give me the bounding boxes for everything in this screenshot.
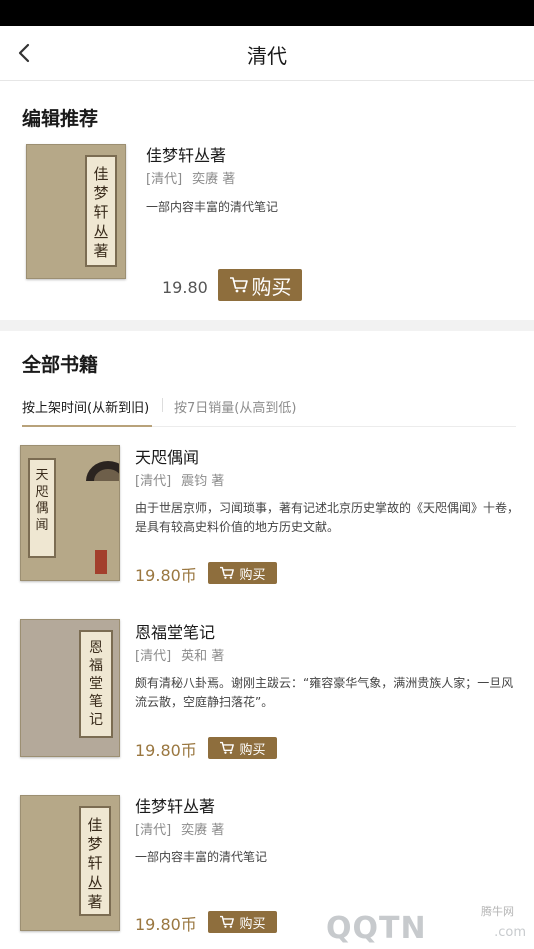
tab-sort-by-time[interactable]: 按上架时间(从新到旧) <box>22 397 149 416</box>
cover-title-text: 恩福堂笔记 <box>89 640 103 728</box>
nav-bar: 清代 <box>0 26 534 81</box>
book-desc: 一部内容丰富的清代笔记 <box>135 850 268 864</box>
cart-icon <box>219 741 235 755</box>
book-meta: [清代] 奕赓 著 <box>135 819 224 838</box>
seal-mark <box>95 550 107 574</box>
active-tab-indicator <box>22 425 152 427</box>
tab-sort-by-sales[interactable]: 按7日销量(从高到低) <box>174 397 296 416</box>
all-books-section-title: 全部书籍 <box>22 354 99 376</box>
watermark-logo: 腾牛网 QQTN .com <box>326 899 526 946</box>
book-price: 19.80币 <box>135 566 197 585</box>
buy-label: 购买 <box>239 916 266 932</box>
watermark-domain: .com <box>494 925 526 940</box>
book-author: 奕赓 著 <box>181 823 225 838</box>
buy-button[interactable]: 购买 <box>208 911 277 933</box>
cart-icon <box>219 566 235 580</box>
cover-title-text: 佳梦轩丛著 <box>87 816 103 911</box>
book-cover[interactable]: 天咫偶闻 <box>20 445 120 581</box>
section-divider <box>0 320 534 331</box>
book-dynasty: [清代] <box>135 823 172 838</box>
book-title[interactable]: 恩福堂笔记 <box>135 619 215 643</box>
watermark-logo-text: QQTN <box>326 911 427 946</box>
cart-icon <box>229 276 249 294</box>
cart-icon <box>219 915 235 929</box>
buy-label: 购买 <box>251 274 292 299</box>
cover-title-text: 佳梦轩丛著 <box>93 165 109 260</box>
recommend-buy-button[interactable]: 购买 <box>218 269 302 301</box>
book-price: 19.80币 <box>135 915 197 934</box>
book-author: 奕赓 著 <box>192 172 236 187</box>
cover-title-strip: 佳梦轩丛著 <box>85 155 117 267</box>
buy-button[interactable]: 购买 <box>208 737 277 759</box>
sort-tabs: 按上架时间(从新到旧) 按7日销量(从高到低) <box>22 386 516 427</box>
buy-button[interactable]: 购买 <box>208 562 277 584</box>
book-dynasty: [清代] <box>135 649 172 664</box>
recommend-book-cover[interactable]: 佳梦轩丛著 <box>26 144 126 279</box>
book-title[interactable]: 佳梦轩丛著 <box>135 793 215 817</box>
recommend-book-desc: 一部内容丰富的清代笔记 <box>146 200 279 214</box>
status-bar <box>0 0 534 26</box>
fan-icon <box>84 460 119 482</box>
book-title[interactable]: 天咫偶闻 <box>135 444 199 468</box>
book-cover[interactable]: 佳梦轩丛著 <box>20 795 120 931</box>
recommend-section-title: 编辑推荐 <box>22 108 99 130</box>
buy-label: 购买 <box>239 567 266 583</box>
recommend-book-title[interactable]: 佳梦轩丛著 <box>146 142 226 166</box>
book-cover[interactable]: 恩福堂笔记 <box>20 619 120 757</box>
book-meta: [清代] 英和 著 <box>135 645 224 664</box>
book-dynasty: [清代] <box>135 474 172 489</box>
book-desc: 由于世居京师，习闻琐事，著有记述北京历史掌故的《天咫偶闻》十卷，是具有较高史料价… <box>135 501 520 534</box>
cover-title-strip: 天咫偶闻 <box>28 458 56 558</box>
recommend-book-price: 19.80 <box>162 278 208 297</box>
book-author: 震钧 著 <box>181 474 225 489</box>
cover-title-strip: 佳梦轩丛著 <box>79 806 111 916</box>
book-meta: [清代] 震钧 著 <box>135 470 224 489</box>
cover-title-text: 天咫偶闻 <box>35 468 49 533</box>
book-dynasty: [清代] <box>146 172 183 187</box>
cover-title-strip: 恩福堂笔记 <box>79 630 113 738</box>
watermark-small-text: 腾牛网 <box>481 905 514 918</box>
page-title: 清代 <box>247 44 287 68</box>
tab-separator <box>162 398 163 412</box>
book-author: 英和 著 <box>181 649 225 664</box>
book-price: 19.80币 <box>135 741 197 760</box>
recommend-book-meta: [清代] 奕赓 著 <box>146 168 235 187</box>
buy-label: 购买 <box>239 742 266 758</box>
book-desc: 颇有清秘八卦焉。谢刚主跋云：“雍容豪华气象，满洲贵族人家；一旦风流云散，空庭静扫… <box>135 676 514 709</box>
